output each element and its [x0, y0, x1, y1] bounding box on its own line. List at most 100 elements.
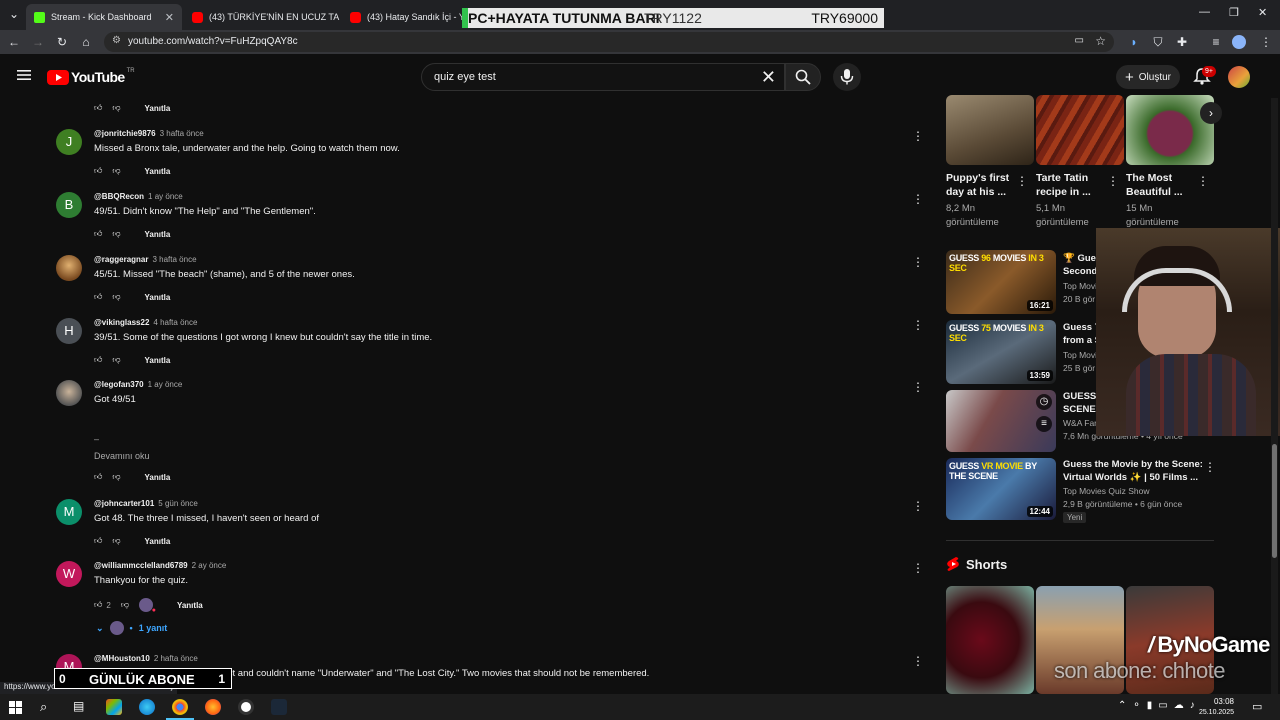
like-icon[interactable]: 👍︎ — [94, 166, 102, 176]
reply-button[interactable]: Yanıtla — [145, 537, 171, 546]
extension-icon[interactable]: ◗ — [1126, 34, 1142, 50]
system-tray-icons[interactable]: ⌃⚬▮▭☁♪ — [1118, 700, 1201, 711]
comment-menu-icon[interactable]: ⋮ — [912, 561, 924, 575]
dislike-icon[interactable]: 👎︎ — [112, 472, 120, 482]
video-menu-icon[interactable]: ⋮ — [1204, 460, 1216, 474]
obs-icon[interactable] — [238, 699, 254, 715]
like-icon[interactable]: 👍︎ — [94, 103, 102, 113]
site-info-icon[interactable]: ⚙ — [112, 35, 121, 46]
comment-author[interactable]: @johncarter101 — [94, 499, 154, 508]
comment-menu-icon[interactable]: ⋮ — [912, 192, 924, 206]
clear-search-icon[interactable]: ✕ — [761, 67, 776, 88]
dislike-icon[interactable]: 👎︎ — [112, 355, 120, 365]
puzzle-icon[interactable]: ✚ — [1174, 34, 1190, 50]
forward-icon[interactable]: → — [30, 34, 46, 50]
avatar[interactable]: W — [56, 561, 82, 587]
search-input[interactable]: quiz eye test ✕ — [421, 63, 785, 91]
reply-button[interactable]: Yanıtla — [145, 104, 171, 113]
reply-button[interactable]: Yanıtla — [145, 230, 171, 239]
windows-start-icon[interactable] — [9, 701, 22, 714]
avatar[interactable] — [56, 255, 82, 281]
comment-time[interactable]: 3 hafta önce — [152, 255, 196, 264]
hamburger-menu-icon[interactable] — [16, 67, 32, 83]
short-thumbnail[interactable] — [946, 586, 1034, 694]
like-icon[interactable]: 👍︎ — [94, 229, 102, 239]
video-thumbnail[interactable]: GUESS VR MOVIE BY THE SCENE 12:44 — [946, 458, 1056, 520]
cast-icon[interactable]: ▭ — [1075, 35, 1084, 46]
video-title[interactable]: Guess the Movie by the Scene: Virtual Wor… — [1063, 458, 1203, 484]
reply-button[interactable]: Yanıtla — [177, 601, 203, 610]
video-title[interactable]: The Most Beautiful ... — [1126, 171, 1183, 199]
video-thumbnail[interactable] — [946, 95, 1034, 165]
search-button[interactable] — [785, 63, 821, 91]
comment-menu-icon[interactable]: ⋮ — [912, 380, 924, 394]
comment-menu-icon[interactable]: ⋮ — [912, 318, 924, 332]
scrollbar-track[interactable] — [1271, 98, 1278, 694]
back-icon[interactable]: ← — [6, 34, 22, 50]
like-icon[interactable]: 👍︎ — [94, 292, 102, 302]
avatar[interactable]: J — [56, 129, 82, 155]
like-icon[interactable]: 👍︎ — [94, 472, 102, 482]
video-menu-icon[interactable]: ⋮ — [1016, 174, 1028, 188]
watch-later-icon[interactable]: ◷ — [1036, 394, 1052, 410]
comment-author[interactable]: @MHouston10 — [94, 654, 150, 663]
avatar[interactable] — [56, 380, 82, 406]
bookmark-star-icon[interactable]: ☆ — [1095, 34, 1106, 48]
dislike-icon[interactable]: 👎︎ — [112, 229, 120, 239]
comment-time[interactable]: 3 hafta önce — [160, 129, 204, 138]
chrome-icon[interactable] — [172, 699, 188, 715]
comment-author[interactable]: @raggeragnar — [94, 255, 148, 264]
minimize-icon[interactable]: — — [1199, 6, 1210, 18]
video-thumbnail[interactable]: GUESS 75 MOVIES IN 3 SEC 13:59 — [946, 320, 1056, 384]
comment-menu-icon[interactable]: ⋮ — [912, 129, 924, 143]
reply-button[interactable]: Yanıtla — [145, 167, 171, 176]
tab-youtube-2[interactable]: (43) Hatay Sandık İçi - YouT — [342, 4, 462, 30]
like-icon[interactable]: 👍︎ — [94, 536, 102, 546]
reload-icon[interactable]: ↻ — [54, 34, 70, 50]
dislike-icon[interactable]: 👎︎ — [121, 600, 129, 610]
chevron-right-icon[interactable]: › — [1200, 102, 1222, 124]
video-thumbnail[interactable]: ◷ ≡ — [946, 390, 1056, 452]
video-menu-icon[interactable]: ⋮ — [1197, 174, 1209, 188]
add-to-queue-icon[interactable]: ≡ — [1036, 416, 1052, 432]
video-thumbnail[interactable] — [1126, 95, 1214, 165]
comment-time[interactable]: 4 hafta önce — [153, 318, 197, 327]
comment-author[interactable]: @BBQRecon — [94, 192, 144, 201]
view-replies-button[interactable]: ⌄ • 1 yanıt — [96, 621, 167, 635]
read-more-link[interactable]: Devamını oku — [94, 451, 150, 461]
comment-time[interactable]: 1 ay önce — [148, 192, 183, 201]
reply-button[interactable]: Yanıtla — [145, 473, 171, 482]
comment-menu-icon[interactable]: ⋮ — [912, 654, 924, 668]
comment-time[interactable]: 2 hafta önce — [154, 654, 198, 663]
video-title[interactable]: Puppy's first day at his ... — [946, 171, 1009, 199]
comment-time[interactable]: 1 ay önce — [148, 380, 183, 389]
edge-icon[interactable] — [139, 699, 155, 715]
video-title[interactable]: Tarte Tatin recipe in ... — [1036, 171, 1091, 199]
home-icon[interactable]: ⌂ — [78, 34, 94, 50]
address-bar[interactable]: ⚙ youtube.com/watch?v=FuHZpqQAY8c ☆ ▭ — [104, 32, 1114, 52]
dislike-icon[interactable]: 👎︎ — [112, 292, 120, 302]
account-avatar[interactable] — [1228, 66, 1250, 88]
task-view-icon[interactable]: ▤ — [73, 699, 89, 715]
avatar[interactable]: B — [56, 192, 82, 218]
copilot-icon[interactable] — [106, 699, 122, 715]
like-icon[interactable]: 👍︎ — [94, 600, 102, 610]
tab-search-icon[interactable]: ⌄ — [6, 6, 22, 22]
comment-menu-icon[interactable]: ⋮ — [912, 255, 924, 269]
steam-icon[interactable] — [271, 699, 287, 715]
restore-icon[interactable]: ❐ — [1229, 6, 1239, 19]
firefox-icon[interactable] — [205, 699, 221, 715]
comment-time[interactable]: 5 gün önce — [158, 499, 198, 508]
video-thumbnail[interactable]: GUESS 96 MOVIES IN 3 SEC 16:21 — [946, 250, 1056, 314]
video-menu-icon[interactable]: ⋮ — [1107, 174, 1119, 188]
clock[interactable]: 03:08 25.10.2025 — [1199, 696, 1234, 718]
comment-time[interactable]: 2 ay önce — [192, 561, 227, 570]
notification-center-icon[interactable]: ▭ — [1252, 700, 1262, 713]
like-icon[interactable]: 👍︎ — [94, 355, 102, 365]
search-icon[interactable]: ⌕ — [40, 699, 56, 715]
scrollbar-thumb[interactable] — [1272, 444, 1277, 558]
close-icon[interactable]: ✕ — [165, 11, 174, 24]
avatar[interactable]: M — [56, 499, 82, 525]
dislike-icon[interactable]: 👎︎ — [112, 103, 120, 113]
video-thumbnail[interactable] — [1036, 95, 1124, 165]
